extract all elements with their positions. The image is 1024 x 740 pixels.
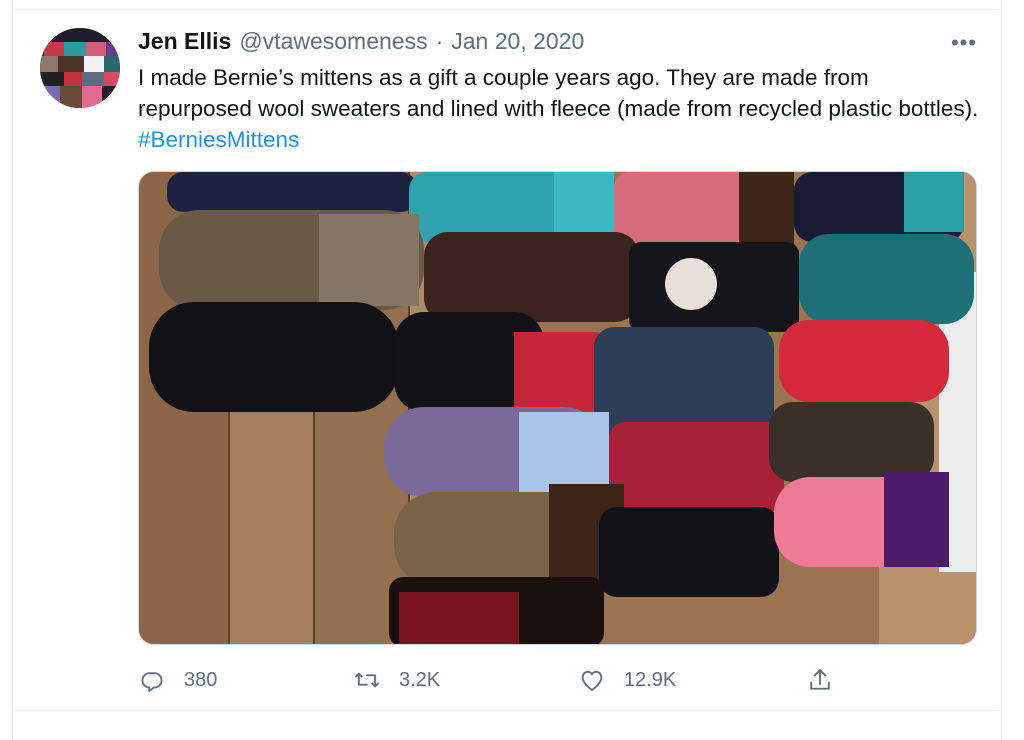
like-button[interactable]: 12.9K <box>578 660 676 700</box>
author-handle[interactable]: @vtawesomeness <box>239 28 427 55</box>
tweet-date[interactable]: Jan 20, 2020 <box>451 28 584 55</box>
previous-tweet-border <box>12 0 1002 10</box>
header-separator: · <box>435 28 444 54</box>
reply-count: 380 <box>184 668 218 691</box>
tweet-actions: 380 3.2K 12.9K <box>138 660 838 700</box>
author-avatar[interactable] <box>40 28 120 108</box>
retweet-button[interactable]: 3.2K <box>353 660 440 700</box>
heart-icon <box>581 670 603 691</box>
reply-button[interactable]: 380 <box>138 660 217 700</box>
tweet-body-text: I made Bernie’s mittens as a gift a coup… <box>138 65 979 121</box>
share-button[interactable] <box>806 660 834 700</box>
photo-of-mittens-icon <box>139 172 976 644</box>
more-options-icon[interactable]: ••• <box>944 28 984 58</box>
like-count: 12.9K <box>624 668 677 691</box>
tweet-header: Jen Ellis @vtawesomeness · Jan 20, 2020 <box>138 28 584 58</box>
share-icon <box>810 669 830 690</box>
retweet-count: 3.2K <box>399 668 441 691</box>
author-name[interactable]: Jen Ellis <box>138 28 231 55</box>
reply-icon <box>141 672 163 693</box>
avatar-image <box>40 28 120 108</box>
hashtag-link[interactable]: #BerniesMittens <box>138 127 299 152</box>
next-tweet-border <box>12 710 1002 740</box>
tweet-text: I made Bernie’s mittens as a gift a coup… <box>138 62 988 155</box>
tweet-photo[interactable] <box>138 171 977 645</box>
retweet-icon <box>354 672 380 688</box>
